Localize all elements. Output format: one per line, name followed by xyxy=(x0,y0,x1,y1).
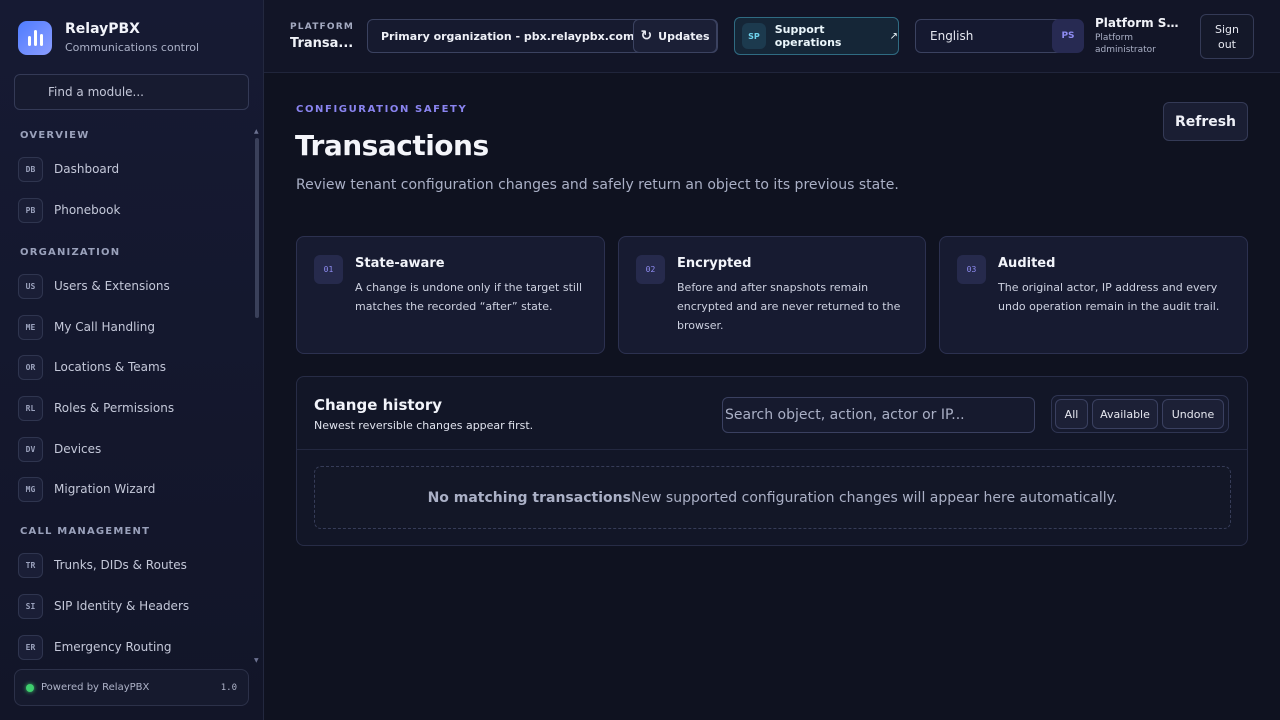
brand-subtitle: Communications control xyxy=(65,41,200,54)
emergency-routing-icon: ER xyxy=(18,634,43,660)
devices-icon: DV xyxy=(18,436,43,462)
change-history-header: Change history Newest reversible changes… xyxy=(297,377,1247,450)
sidebar-nav: OVERVIEW DB Dashboard PB Phonebook ORGAN… xyxy=(0,120,252,665)
scroll-down-icon[interactable]: ▼ xyxy=(254,657,259,664)
filter-group: All Available Undone xyxy=(1051,395,1229,433)
sidebar-item-label: Emergency Routing xyxy=(54,640,172,654)
powered-by-footer: Powered by RelayPBX 1.0 xyxy=(14,669,249,706)
sidebar: RelayPBX Communications control Find a m… xyxy=(0,0,264,720)
trunks-icon: TR xyxy=(18,552,43,578)
language-select[interactable]: English xyxy=(915,19,1065,53)
empty-state-text: New supported configuration changes will… xyxy=(630,489,1118,506)
page-description: Review tenant configuration changes and … xyxy=(296,177,899,193)
empty-state-title: No matching transactions xyxy=(427,489,631,506)
history-search-input[interactable] xyxy=(722,397,1035,433)
nav-section-call-management: CALL MANAGEMENT xyxy=(20,526,151,537)
powered-by-label: Powered by RelayPBX xyxy=(41,682,150,693)
refresh-icon: ↻ xyxy=(640,28,653,44)
phonebook-icon: PB xyxy=(18,197,43,223)
support-operations-label: Support operations xyxy=(774,23,842,49)
sidebar-item-label: Roles & Permissions xyxy=(54,401,175,415)
sidebar-item-label: Migration Wizard xyxy=(54,482,156,496)
user-name: Platform Su... xyxy=(1095,16,1180,30)
sidebar-item-label: SIP Identity & Headers xyxy=(54,599,190,613)
sidebar-item-label: Users & Extensions xyxy=(54,279,170,293)
sidebar-item-trunks-dids-routes[interactable]: TR Trunks, DIDs & Routes xyxy=(18,552,187,578)
scroll-thumb[interactable] xyxy=(255,138,259,318)
locations-icon: OR xyxy=(18,354,43,380)
sidebar-item-users-extensions[interactable]: US Users & Extensions xyxy=(18,273,170,299)
filter-all-button[interactable]: All xyxy=(1055,399,1088,429)
feature-text: A change is undone only if the target st… xyxy=(355,281,583,313)
call-handling-icon: ME xyxy=(18,314,43,340)
sign-out-button[interactable]: Sign out xyxy=(1200,14,1254,59)
sidebar-item-label: Devices xyxy=(54,442,102,456)
empty-state: No matching transactions New supported co… xyxy=(314,466,1231,529)
external-link-icon: ↗ xyxy=(889,30,898,42)
users-icon: US xyxy=(18,273,43,299)
organization-label: Primary organization - pbx.relaypbx.com xyxy=(381,30,635,43)
sidebar-item-phonebook[interactable]: PB Phonebook xyxy=(18,197,120,223)
support-chip: SP xyxy=(742,23,766,49)
change-history-subtitle: Newest reversible changes appear first. xyxy=(314,419,534,432)
sip-identity-icon: SI xyxy=(18,593,43,619)
page-title: Transactions xyxy=(295,129,489,162)
relaypbx-logo-icon xyxy=(18,21,52,55)
top-header: PLATFORM Transa... Primary organization … xyxy=(264,0,1280,73)
sidebar-item-label: Trunks, DIDs & Routes xyxy=(54,558,187,572)
feature-title: State-aware xyxy=(355,256,445,271)
section-kicker: CONFIGURATION SAFETY xyxy=(296,104,468,115)
feature-title: Audited xyxy=(998,256,1056,271)
updates-button[interactable]: ↻ Updates xyxy=(633,19,717,53)
sidebar-item-label: Phonebook xyxy=(54,203,121,217)
updates-label: Updates xyxy=(658,29,710,43)
feature-card-audited: 03 Audited The original actor, IP addres… xyxy=(939,236,1248,354)
status-dot-icon xyxy=(26,683,34,692)
platform-kicker: PLATFORM xyxy=(290,22,355,32)
main-content: CONFIGURATION SAFETY Transactions Review… xyxy=(264,73,1280,720)
sidebar-item-devices[interactable]: DV Devices xyxy=(18,436,101,462)
feature-number-badge: 01 xyxy=(314,255,343,284)
sidebar-item-label: Dashboard xyxy=(54,162,120,176)
feature-card-encrypted: 02 Encrypted Before and after snapshots … xyxy=(618,236,926,354)
brand-name: RelayPBX xyxy=(65,21,140,37)
sidebar-item-label: Locations & Teams xyxy=(54,360,166,374)
brand[interactable]: RelayPBX Communications control xyxy=(18,20,199,56)
roles-icon: RL xyxy=(18,395,43,421)
user-role: Platform administrator xyxy=(1095,33,1156,55)
feature-number-badge: 02 xyxy=(636,255,665,284)
change-history-panel: Change history Newest reversible changes… xyxy=(296,376,1248,546)
avatar: PS xyxy=(1052,19,1084,53)
filter-available-button[interactable]: Available xyxy=(1092,399,1158,429)
nav-section-organization: ORGANIZATION xyxy=(20,247,121,258)
feature-card-state-aware: 01 State-aware A change is undone only i… xyxy=(296,236,605,354)
module-search-input[interactable]: Find a module... xyxy=(14,74,249,110)
platform-page-title: Transa... xyxy=(290,36,354,51)
dashboard-icon: DB xyxy=(18,156,43,182)
feature-text: Before and after snapshots remain encryp… xyxy=(677,281,901,332)
sidebar-item-dashboard[interactable]: DB Dashboard xyxy=(18,156,119,182)
sidebar-item-emergency-routing[interactable]: ER Emergency Routing xyxy=(18,634,172,660)
feature-title: Encrypted xyxy=(677,256,752,271)
scroll-up-icon[interactable]: ▲ xyxy=(254,128,259,135)
support-operations-button[interactable]: SP Support operations ↗ xyxy=(734,17,899,55)
version-label: 1.0 xyxy=(220,682,237,693)
feature-number-badge: 03 xyxy=(957,255,986,284)
sidebar-item-my-call-handling[interactable]: ME My Call Handling xyxy=(18,314,155,340)
sidebar-item-sip-identity-headers[interactable]: SI SIP Identity & Headers xyxy=(18,593,189,619)
refresh-button[interactable]: Refresh xyxy=(1163,102,1248,141)
organization-selector[interactable]: Primary organization - pbx.relaypbx.com … xyxy=(367,19,718,53)
sidebar-scrollbar[interactable]: ▲ ▼ xyxy=(254,128,260,664)
sidebar-item-label: My Call Handling xyxy=(54,320,155,334)
user-menu[interactable]: PS Platform Su... Platform administrator xyxy=(1052,14,1184,60)
sidebar-item-roles-permissions[interactable]: RL Roles & Permissions xyxy=(18,395,174,421)
filter-undone-button[interactable]: Undone xyxy=(1162,399,1224,429)
sidebar-item-locations-teams[interactable]: OR Locations & Teams xyxy=(18,354,166,380)
sidebar-item-migration-wizard[interactable]: MG Migration Wizard xyxy=(18,476,155,502)
migration-icon: MG xyxy=(18,476,43,502)
change-history-title: Change history xyxy=(314,396,443,414)
feature-text: The original actor, IP address and every… xyxy=(998,281,1220,313)
nav-section-overview: OVERVIEW xyxy=(20,130,90,141)
